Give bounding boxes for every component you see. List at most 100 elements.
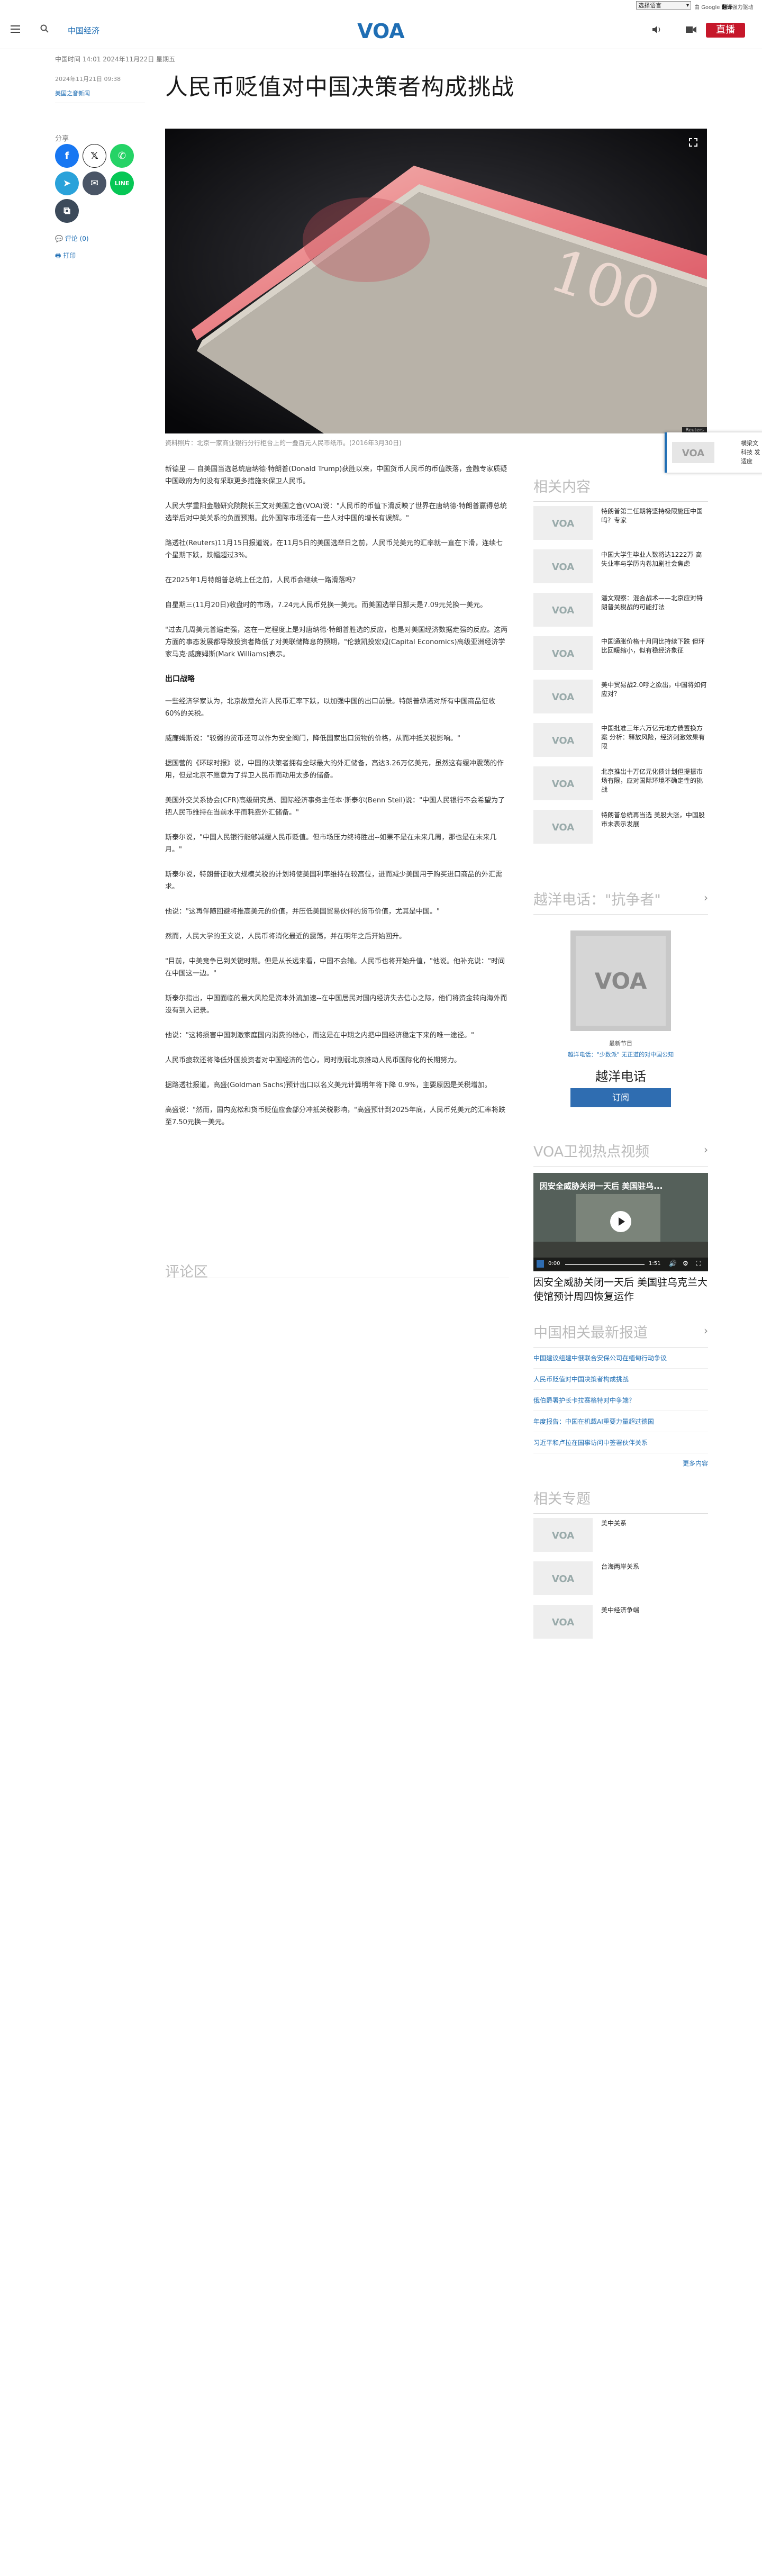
related-item[interactable]: VOA 特朗普第二任期将坚持极限施压中国吗？专家 xyxy=(533,506,708,545)
related-item-title[interactable]: 北京推出十万亿元化债计划但提振市场有限，应对国际环境不确定性的挑战 xyxy=(601,767,707,794)
related-thumb[interactable]: VOA xyxy=(533,506,593,540)
site-header: 中国经济 VOA 直播 xyxy=(0,12,762,49)
china-news-item[interactable]: 中国建议组建中俄联合安保公司在缅甸行动争议 xyxy=(533,1348,708,1369)
related-item-title[interactable]: 特朗普总统再当选 美股大涨，中国股市未表示发展 xyxy=(601,811,707,829)
related-item[interactable]: VOA 中国大学生毕业人数将达1222万 高失业率与学历内卷加剧社会焦虑 xyxy=(533,549,708,589)
related-item[interactable]: VOA 美中贸易战2.0呼之欲出，中国将如何应对？ xyxy=(533,680,708,719)
hotline-title[interactable]: 越洋电话："抗争者" › xyxy=(533,888,708,915)
topic-title[interactable]: 台海两岸关系 xyxy=(601,1562,707,1571)
play-icon[interactable] xyxy=(610,1211,631,1232)
china-news-item[interactable]: 俄伯爵署护长卡拉赛格特对中争端？ xyxy=(533,1390,708,1411)
latest-episode-link[interactable]: 越洋电话："少数派" 无正道的对中国公知 xyxy=(533,1050,708,1059)
paragraph: "目前，中美竞争已到关键时期。但是从长远来看，中国不会输。人民币也将开始升值，"… xyxy=(165,957,505,978)
fullscreen-icon[interactable]: ⛶ xyxy=(696,1260,701,1268)
paragraph: 自星期三(11月20日)收盘时的市场，7.24元人民币兑换一美元。而美国选举日那… xyxy=(165,601,487,609)
related-item[interactable]: VOA 中国通胀价格十月同比持续下跌 但环比回暖缩小，似有稳经济象征 xyxy=(533,636,708,675)
x-share-icon[interactable]: 𝕏 xyxy=(83,144,106,168)
facebook-share-icon[interactable]: f xyxy=(55,144,79,168)
topic-thumb[interactable]: VOA xyxy=(533,1518,593,1552)
topic-thumb[interactable]: VOA xyxy=(533,1605,593,1639)
author-link[interactable]: 美国之音新闻 xyxy=(55,89,90,97)
related-item[interactable]: VOA 北京推出十万亿元化债计划但提振市场有限，应对国际环境不确定性的挑战 xyxy=(533,766,708,806)
section-link[interactable]: 中国经济 xyxy=(68,25,99,36)
subheading: 出口战略 xyxy=(165,675,195,683)
menu-icon[interactable] xyxy=(11,25,20,33)
svg-text:VOA: VOA xyxy=(552,1530,574,1541)
related-item-title[interactable]: 中国批准三年六万亿元地方债置换方案 分析：释放风险，经济刺激效果有限 xyxy=(601,724,707,751)
related-item-title[interactable]: 潘文观察：混合战术——北京应对特朗普关税战的可能打法 xyxy=(601,594,707,612)
related-thumb[interactable]: VOA xyxy=(533,810,593,844)
related-item-title[interactable]: 中国通胀价格十月同比持续下跌 但环比回暖缩小，似有稳经济象征 xyxy=(601,637,707,655)
settings-icon[interactable]: ⚙ xyxy=(683,1260,688,1267)
paragraph: 人民币疲软还将降低外国投资者对中国经济的信心，同时削弱北京推动人民币国际化的长期… xyxy=(165,1056,461,1064)
play-button-small[interactable] xyxy=(537,1260,544,1268)
language-select[interactable]: 选择语言 xyxy=(636,1,691,10)
volume-icon[interactable]: 🔊 xyxy=(669,1260,677,1267)
related-item[interactable]: VOA 潘文观察：混合战术——北京应对特朗普关税战的可能打法 xyxy=(533,593,708,632)
paragraph: 新德里 — 自美国当选总统唐纳德·特朗普(Donald Trump)获胜以来，中… xyxy=(165,465,507,485)
video-caption[interactable]: 因安全威胁关闭一天后 美国驻乌克兰大使馆预计周四恢复运作 xyxy=(533,1276,708,1304)
expand-icon[interactable] xyxy=(689,138,697,147)
email-share-icon[interactable]: ✉ xyxy=(83,171,106,195)
comments-link[interactable]: 💬 评论 (0) xyxy=(55,234,89,243)
related-item[interactable]: VOA 中国批准三年六万亿元地方债置换方案 分析：释放风险，经济刺激效果有限 xyxy=(533,723,708,762)
topic-title[interactable]: 美中关系 xyxy=(601,1519,707,1528)
translate-bar: 选择语言 由 Google 翻译强力驱动 xyxy=(0,0,762,12)
related-thumb[interactable]: VOA xyxy=(533,680,593,713)
copy-link-icon[interactable]: ⧉ xyxy=(55,199,79,223)
svg-text:VOA: VOA xyxy=(552,1574,574,1585)
china-news-item[interactable]: 人民币贬值对中国决策者构成挑战 xyxy=(533,1369,708,1390)
svg-text:VOA: VOA xyxy=(552,779,574,790)
paragraph: 他说："这将损害中国刺激家庭国内消费的雄心，而这是在中期之内把中国经济稳定下来的… xyxy=(165,1032,474,1040)
paragraph: 据路透社报道，高盛(Goldman Sachs)预计出口以名义美元计算明年将下降… xyxy=(165,1081,492,1089)
topic-title[interactable]: 美中经济争端 xyxy=(601,1606,707,1615)
video-player[interactable]: 因安全威胁关闭一天后 美国驻乌... 0:00 1:51 🔊 ⚙ ⛶ xyxy=(533,1173,708,1271)
china-news-item[interactable]: 习近平和卢拉在国事访问中签署伙伴关系 xyxy=(533,1432,708,1453)
related-thumb[interactable]: VOA xyxy=(533,723,593,757)
voa-logo[interactable]: VOA xyxy=(353,20,409,41)
hero-image: 100 Reuters xyxy=(165,129,707,433)
paragraph: 然而，人民大学的王文说，人民币将消化最近的震荡，并在明年之后开始回升。 xyxy=(165,933,406,941)
topics-title: 相关专题 xyxy=(533,1487,708,1514)
video-icon[interactable] xyxy=(686,26,696,33)
related-thumb[interactable]: VOA xyxy=(533,593,593,627)
subscribe-button[interactable]: 订阅 xyxy=(570,1088,671,1107)
related-item-title[interactable]: 美中贸易战2.0呼之欲出，中国将如何应对？ xyxy=(601,681,707,699)
latest-episode-label: 最新节目 xyxy=(609,1040,632,1047)
translate-powered-by: 由 Google 翻译强力驱动 xyxy=(694,3,754,11)
paragraph: 高盛说："然而，国内宽松和货币贬值应会部分冲抵关税影响，"高盛预计到2025年底… xyxy=(165,1106,506,1126)
share-label: 分享 xyxy=(55,135,69,143)
image-caption: 资料照片：北京一家商业银行分行柜台上的一叠百元人民币纸币。(2016年3月30日… xyxy=(165,439,402,447)
china-news-item[interactable]: 年度报告：中国在机载AI重要力量超过德国 xyxy=(533,1411,708,1432)
telegram-share-icon[interactable]: ➤ xyxy=(55,171,79,195)
paragraph: 一些经济学家认为，北京故意允许人民币汇率下跌，以加强中国的出口前景。特朗普承诺对… xyxy=(165,698,496,718)
widget-text: 横梁文 科技 发适度 xyxy=(741,440,760,465)
related-item-title[interactable]: 特朗普第二任期将坚持极限施压中国吗？专家 xyxy=(601,507,707,525)
audio-icon[interactable] xyxy=(652,25,661,34)
print-link[interactable]: 🖶 打印 xyxy=(55,251,76,262)
svg-text:VOA: VOA xyxy=(552,605,574,616)
related-thumb[interactable]: VOA xyxy=(533,549,593,583)
video-progress[interactable] xyxy=(565,1264,645,1265)
live-button[interactable]: 直播 xyxy=(706,23,745,38)
article-title: 人民币贬值对中国决策者构成挑战 xyxy=(165,74,514,101)
topic-item[interactable]: VOA 美中关系 xyxy=(533,1518,708,1557)
chevron-right-icon: › xyxy=(704,1143,708,1156)
related-thumb[interactable]: VOA xyxy=(533,636,593,670)
slide-in-widget[interactable]: VOA 横梁文 科技 发适度 xyxy=(665,432,762,473)
video-time-current: 0:00 xyxy=(548,1261,560,1267)
topic-item[interactable]: VOA 美中经济争端 xyxy=(533,1605,708,1644)
related-item-title[interactable]: 中国大学生毕业人数将达1222万 高失业率与学历内卷加剧社会焦虑 xyxy=(601,550,707,568)
related-item[interactable]: VOA 特朗普总统再当选 美股大涨，中国股市未表示发展 xyxy=(533,810,708,849)
podcast-cover[interactable]: VOA xyxy=(570,930,671,1031)
video-section-title[interactable]: VOA卫视热点视频 › xyxy=(533,1140,708,1167)
topic-thumb[interactable]: VOA xyxy=(533,1561,593,1595)
related-thumb[interactable]: VOA xyxy=(533,766,593,800)
china-news-title[interactable]: 中国相关最新报道 › xyxy=(533,1321,708,1348)
topic-item[interactable]: VOA 台海两岸关系 xyxy=(533,1561,708,1601)
line-share-icon[interactable]: LINE xyxy=(110,171,134,195)
whatsapp-share-icon[interactable]: ✆ xyxy=(110,144,134,168)
more-link[interactable]: 更多内容 xyxy=(533,1459,708,1468)
search-icon[interactable] xyxy=(40,24,49,33)
video-time-total: 1:51 xyxy=(649,1261,661,1267)
